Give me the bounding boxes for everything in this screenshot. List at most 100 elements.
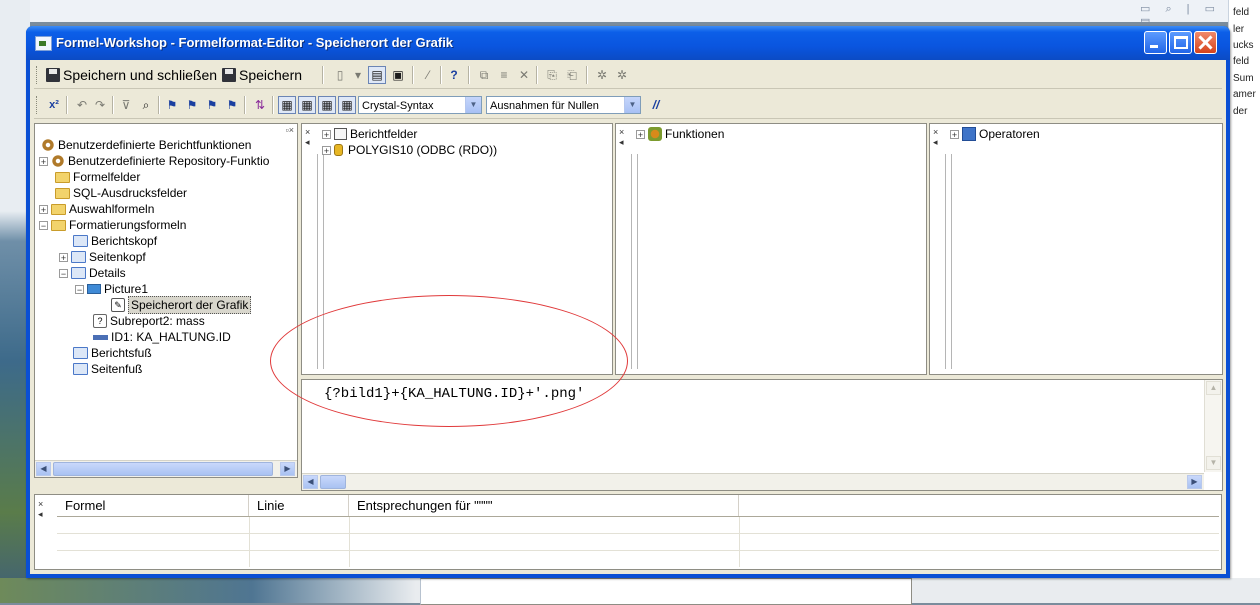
syntax-select[interactable]: Crystal-Syntax ▼ xyxy=(358,96,482,114)
tree-item[interactable]: Seitenfuß xyxy=(73,361,142,377)
tree-item[interactable]: Formelfelder xyxy=(55,169,140,185)
delete-icon[interactable]: ✕ xyxy=(516,67,532,83)
browse-data-icon[interactable]: ⊽ xyxy=(118,97,134,113)
scroll-left-icon[interactable]: ◀ xyxy=(36,462,51,476)
tools-icon[interactable]: ✲ xyxy=(594,67,610,83)
collapse-icon[interactable]: − xyxy=(59,268,68,278)
pane-toggle-icon[interactable]: × ◂ xyxy=(305,127,314,149)
toggle-tree-icon[interactable]: ▤ xyxy=(368,66,386,84)
show-editor-icon[interactable]: ▦ xyxy=(338,96,356,114)
tools2-icon[interactable]: ✲ xyxy=(614,67,630,83)
maximize-button[interactable] xyxy=(1169,31,1192,54)
column-header-matches[interactable]: Entsprechungen für """" xyxy=(349,495,739,516)
tree-item[interactable]: ID1: KA_HALTUNG.ID xyxy=(93,329,231,345)
expand-icon[interactable]: + xyxy=(39,204,48,214)
operators-tree-item[interactable]: + Operatoren xyxy=(950,126,1040,142)
help-icon[interactable]: ? xyxy=(446,67,462,83)
title-bar[interactable]: Formel-Workshop - Formelformat-Editor - … xyxy=(26,26,1230,60)
chevron-down-icon[interactable]: ▼ xyxy=(465,97,481,113)
operators-pane[interactable]: × ◂ + Operatoren xyxy=(929,123,1223,375)
expand-icon[interactable]: + xyxy=(636,129,645,139)
functions-pane[interactable]: × ◂ + Funktionen xyxy=(615,123,927,375)
scroll-right-icon[interactable]: ▶ xyxy=(280,462,295,476)
formula-tree-pane[interactable]: ▫× Benutzerdefinierte Berichtfunktionen … xyxy=(34,123,298,478)
error-list-grid xyxy=(57,517,1219,567)
toolbar-grip[interactable] xyxy=(36,96,40,114)
expand-icon[interactable]: + xyxy=(322,145,331,155)
save-label: Speichern xyxy=(239,67,303,83)
picture-icon xyxy=(87,284,101,294)
column-header-line[interactable]: Linie xyxy=(249,495,349,516)
tree-item-selected[interactable]: ✎ Speicherort der Grafik xyxy=(111,296,252,314)
tree-horizontal-scrollbar[interactable]: ◀ ▶ xyxy=(35,460,297,477)
pane-toggle-icon[interactable]: × ◂ xyxy=(619,127,628,149)
pane-toggle-icon[interactable]: × ◂ xyxy=(933,127,942,149)
toolbar-separator xyxy=(468,66,470,84)
editor-horizontal-scrollbar[interactable]: ◀ ▶ xyxy=(302,473,1204,490)
show-operators-icon[interactable]: ▦ xyxy=(318,96,336,114)
tree-item[interactable]: − Picture1 xyxy=(75,281,148,297)
minimize-button[interactable] xyxy=(1144,31,1167,54)
expand-icon[interactable]: + xyxy=(59,252,68,262)
bookmark-clear-icon[interactable]: ⚑ xyxy=(224,97,240,113)
tree-item[interactable]: − Details xyxy=(59,265,126,281)
dropdown-arrow-icon[interactable]: ▾ xyxy=(350,67,366,83)
tree-item[interactable]: Benutzerdefinierte Berichtfunktionen xyxy=(41,137,251,153)
tree-item[interactable]: + Auswahlformeln xyxy=(39,201,154,217)
show-fields-icon[interactable]: ▦ xyxy=(278,96,296,114)
editor-vertical-scrollbar[interactable]: ▲ ▼ xyxy=(1204,380,1222,472)
comment-button[interactable]: // xyxy=(648,97,664,113)
toolbar-grip[interactable] xyxy=(36,66,40,84)
tree-item[interactable]: + Seitenkopf xyxy=(59,249,146,265)
scroll-left-icon[interactable]: ◀ xyxy=(303,475,318,489)
fields-tree-item[interactable]: + Berichtfelder xyxy=(322,126,417,142)
tree-item[interactable]: + Benutzerdefinierte Repository-Funktio xyxy=(39,153,269,169)
scroll-down-icon[interactable]: ▼ xyxy=(1206,456,1221,470)
scroll-right-icon[interactable]: ▶ xyxy=(1187,475,1202,489)
tree-item[interactable]: − Formatierungsformeln xyxy=(39,217,186,233)
null-handling-select[interactable]: Ausnahmen für Nullen ▼ xyxy=(486,96,641,114)
expand-icon[interactable]: + xyxy=(39,156,48,166)
scroll-thumb[interactable] xyxy=(53,462,273,476)
column-header-formula[interactable]: Formel xyxy=(57,495,249,516)
check-formula-icon[interactable]: x² xyxy=(46,97,62,113)
rename-icon[interactable]: ≡ xyxy=(496,67,512,83)
error-list-pane[interactable]: × ◂ Formel Linie Entsprechungen für """" xyxy=(34,494,1222,570)
collapse-icon[interactable]: − xyxy=(39,220,48,230)
undo-icon[interactable]: ↶ xyxy=(74,97,90,113)
save-button[interactable]: Speichern xyxy=(222,66,302,84)
save-and-close-button[interactable]: Speichern und schließen xyxy=(46,66,217,84)
export-icon[interactable]: ⎗ xyxy=(564,67,580,83)
tree-item[interactable]: Berichtsfuß xyxy=(73,345,152,361)
show-functions-icon[interactable]: ▦ xyxy=(298,96,316,114)
bookmark-prev-icon[interactable]: ⚑ xyxy=(204,97,220,113)
wand-icon[interactable]: ⁄ xyxy=(420,67,436,83)
close-button[interactable] xyxy=(1194,31,1217,54)
tree-item[interactable]: SQL-Ausdrucksfelder xyxy=(55,185,187,201)
find-icon[interactable]: ⌕ xyxy=(138,97,154,113)
pane-close-icon[interactable]: ▫× xyxy=(286,125,294,135)
new-formula-icon[interactable]: ▯ xyxy=(332,67,348,83)
redo-icon[interactable]: ↷ xyxy=(92,97,108,113)
bookmark-toggle-icon[interactable]: ⚑ xyxy=(164,97,180,113)
properties-icon[interactable]: ▣ xyxy=(390,67,406,83)
functions-tree-item[interactable]: + Funktionen xyxy=(636,126,724,142)
pane-divider xyxy=(945,154,952,369)
chevron-down-icon[interactable]: ▼ xyxy=(624,97,640,113)
scroll-up-icon[interactable]: ▲ xyxy=(1206,381,1221,395)
tree-item-label: Benutzerdefinierte Repository-Funktio xyxy=(68,154,270,168)
functions-tree-label: Funktionen xyxy=(665,127,725,141)
expression-icon[interactable]: ⎘ xyxy=(544,67,560,83)
expand-icon[interactable]: + xyxy=(950,129,959,139)
scroll-thumb[interactable] xyxy=(320,475,346,489)
copy-icon[interactable]: ⧉ xyxy=(476,67,492,83)
bookmark-next-icon[interactable]: ⚑ xyxy=(184,97,200,113)
background-text: ucks xyxy=(1233,40,1254,51)
fields-tree-item[interactable]: + POLYGIS10 (ODBC (RDO)) xyxy=(322,142,497,158)
collapse-icon[interactable]: − xyxy=(75,284,84,294)
sort-icon[interactable]: ⇅ xyxy=(252,97,268,113)
pane-toggle-icon[interactable]: × ◂ xyxy=(38,499,47,521)
tree-item[interactable]: ? Subreport2: mass xyxy=(93,313,205,329)
expand-icon[interactable]: + xyxy=(322,129,331,139)
tree-item[interactable]: Berichtskopf xyxy=(73,233,157,249)
